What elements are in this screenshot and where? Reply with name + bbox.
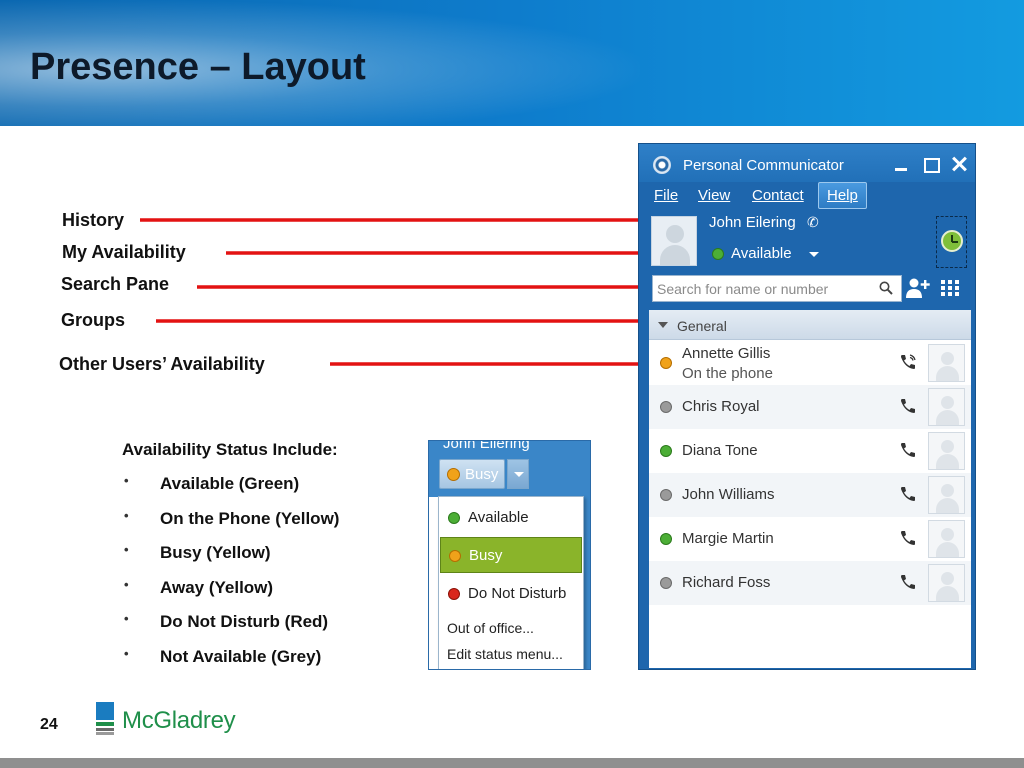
available-status-icon	[712, 248, 724, 260]
group-header-general[interactable]: General	[649, 310, 971, 340]
history-clock-icon	[941, 230, 963, 252]
available-status-icon	[448, 512, 460, 524]
menu-file[interactable]: File	[654, 187, 678, 204]
window-title: Personal Communicator	[683, 157, 844, 174]
phone-icon[interactable]	[899, 397, 917, 415]
contact-list: General Annette Gillis On the phone Chri…	[649, 310, 971, 668]
maximize-icon[interactable]	[920, 154, 940, 174]
contact-name: Margie Martin	[682, 530, 774, 547]
bullet-icon: •	[124, 576, 129, 592]
my-name: John Eilering	[709, 214, 796, 231]
contact-row[interactable]: Diana Tone	[649, 429, 971, 473]
status-list-item: • Not Available (Grey)	[124, 645, 322, 666]
contact-name: Diana Tone	[682, 442, 758, 459]
active-call-icon[interactable]	[899, 353, 917, 371]
status-dropdown-screenshot: John Eilering Busy Available Busy Do Not…	[428, 440, 591, 670]
status-menu: Available Busy Do Not Disturb Out of off…	[438, 496, 584, 669]
status-list-item: • On the Phone (Yellow)	[124, 507, 340, 528]
not-available-status-icon	[660, 489, 672, 501]
history-button[interactable]	[936, 216, 967, 268]
menu-item-out-of-office[interactable]: Out of office...	[447, 620, 534, 636]
do-not-disturb-status-icon	[448, 588, 460, 600]
contact-row[interactable]: Margie Martin	[649, 517, 971, 561]
status-selector-button[interactable]: Busy	[439, 459, 505, 489]
my-presence-area: John Eilering ✆ Available	[639, 210, 975, 274]
menu-item-available[interactable]: Available	[440, 500, 582, 536]
footer-bar	[0, 758, 1024, 768]
not-available-status-icon	[660, 401, 672, 413]
my-avatar[interactable]	[651, 216, 697, 266]
contact-row[interactable]: Annette Gillis On the phone	[649, 341, 971, 385]
not-available-status-icon	[660, 577, 672, 589]
busy-status-icon	[447, 468, 460, 481]
menu-item-busy[interactable]: Busy	[440, 537, 582, 573]
personal-communicator-window: Personal Communicator File View Contact …	[638, 143, 976, 670]
status-selector-label: Busy	[465, 466, 499, 483]
close-icon[interactable]	[949, 154, 969, 174]
search-icon[interactable]	[879, 281, 893, 295]
window-titlebar: Personal Communicator	[639, 144, 975, 182]
phone-icon[interactable]	[899, 573, 917, 591]
phone-icon[interactable]: ✆	[807, 214, 819, 231]
page-number: 24	[40, 716, 58, 733]
contact-photo	[928, 476, 965, 514]
available-status-icon	[660, 445, 672, 457]
status-list-item: • Available (Green)	[124, 473, 300, 493]
status-list: • Available (Green) • On the Phone (Yellow…	[122, 473, 340, 682]
inset-user-name: John Eilering	[443, 440, 530, 452]
on-the-phone-status-icon	[660, 357, 672, 369]
available-status-icon	[660, 533, 672, 545]
chevron-down-icon[interactable]	[809, 252, 819, 257]
menu-contact[interactable]: Contact	[752, 187, 804, 204]
contact-photo	[928, 564, 965, 602]
contact-name: John Williams	[682, 486, 775, 503]
dialpad-icon[interactable]	[939, 278, 961, 298]
contact-photo	[928, 388, 965, 426]
contact-row[interactable]: John Williams	[649, 473, 971, 517]
collapse-triangle-icon	[658, 322, 668, 328]
mcgladrey-logo-icon	[96, 702, 114, 735]
add-contact-icon[interactable]	[905, 276, 931, 300]
status-list-item: • Away (Yellow)	[124, 576, 274, 597]
bullet-icon: •	[124, 473, 129, 488]
phone-icon[interactable]	[899, 529, 917, 547]
menu-bar: File View Contact Help	[639, 182, 975, 210]
bullet-icon: •	[124, 611, 129, 627]
minimize-icon[interactable]	[891, 154, 911, 174]
bullet-icon: •	[124, 645, 129, 661]
status-heading: Availability Status Include:	[122, 440, 338, 459]
contact-photo	[928, 344, 965, 382]
contact-name: Annette Gillis	[682, 345, 771, 362]
status-list-item: • Busy (Yellow)	[124, 542, 271, 563]
app-logo-icon	[653, 156, 671, 174]
logo-text: McGladrey	[122, 707, 236, 734]
status-list-item: • Do Not Disturb (Red)	[124, 611, 329, 632]
menu-help[interactable]: Help	[818, 182, 867, 209]
contact-name: Richard Foss	[682, 574, 771, 591]
contact-status-text: On the phone	[682, 365, 773, 382]
contact-photo	[928, 520, 965, 558]
phone-icon[interactable]	[899, 485, 917, 503]
contact-row[interactable]: Chris Royal	[649, 385, 971, 429]
busy-status-icon	[449, 550, 461, 562]
phone-icon[interactable]	[899, 441, 917, 459]
chevron-down-icon[interactable]	[507, 459, 529, 489]
contact-row[interactable]: Richard Foss	[649, 561, 971, 605]
search-pane	[652, 275, 902, 302]
bullet-icon: •	[124, 507, 129, 523]
contact-photo	[928, 432, 965, 470]
bullet-icon: •	[124, 542, 129, 558]
menu-view[interactable]: View	[698, 187, 730, 204]
search-input[interactable]	[657, 279, 877, 299]
slide: Presence – Layout History My Availabilit…	[0, 0, 1024, 768]
my-availability-selector[interactable]: Available	[731, 245, 792, 262]
group-label: General	[677, 318, 727, 334]
menu-item-do-not-disturb[interactable]: Do Not Disturb	[440, 576, 582, 612]
contact-name: Chris Royal	[682, 398, 760, 415]
menu-item-edit-status-menu[interactable]: Edit status menu...	[447, 646, 563, 662]
